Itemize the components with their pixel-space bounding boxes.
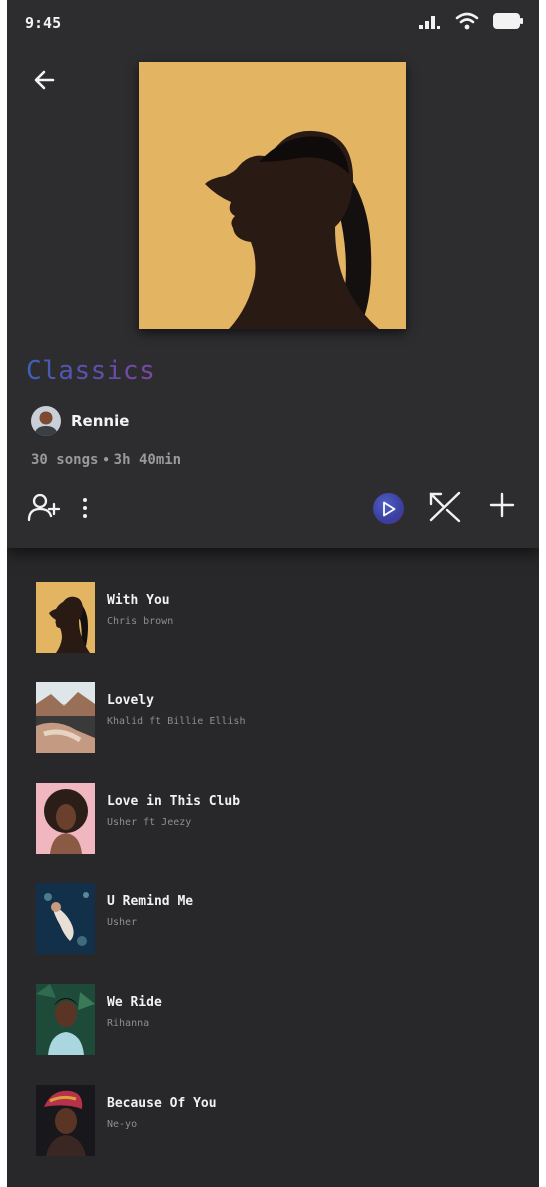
play-icon	[382, 501, 395, 516]
status-time: 9:45	[25, 14, 62, 32]
list-item[interactable]: Lovely Khalid ft Billie Ellish	[36, 682, 506, 754]
song-title: We Ride	[107, 995, 162, 1010]
list-item[interactable]: Love in This Club Usher ft Jeezy	[36, 783, 506, 855]
song-art	[36, 582, 95, 653]
owner-name[interactable]: Rennie	[71, 412, 129, 430]
song-title: Because Of You	[107, 1096, 217, 1111]
song-artist: Chris brown	[107, 616, 174, 627]
play-button[interactable]	[373, 493, 404, 524]
meta-separator: •	[102, 453, 110, 467]
song-artist: Khalid ft Billie Ellish	[107, 716, 246, 727]
owner-avatar[interactable]	[31, 406, 61, 436]
song-art	[36, 682, 95, 753]
playlist-cover-art	[139, 62, 406, 329]
wifi-icon	[455, 12, 479, 30]
song-count: 30 songs	[31, 452, 99, 468]
song-title: U Remind Me	[107, 894, 194, 909]
song-artist: Usher ft Jeezy	[107, 817, 192, 828]
song-title: With You	[107, 593, 170, 608]
back-arrow-icon[interactable]	[31, 66, 59, 94]
phone-screen: 9:45 Classics Rennie 30 songs • 3h 40min…	[7, 0, 539, 1187]
more-vertical-icon[interactable]	[81, 496, 89, 520]
list-item[interactable]: With You Chris brown	[36, 582, 506, 654]
song-art	[36, 883, 95, 954]
playlist-title: Classics	[26, 356, 156, 386]
song-art	[36, 1085, 95, 1156]
status-icons	[419, 12, 523, 30]
shuffle-icon[interactable]	[428, 490, 462, 524]
song-title: Lovely	[107, 693, 154, 708]
playlist-meta: 30 songs • 3h 40min	[31, 452, 181, 468]
list-item[interactable]: U Remind Me Usher	[36, 883, 506, 955]
add-user-icon[interactable]	[27, 492, 61, 522]
playlist-header: 9:45 Classics Rennie 30 songs • 3h 40min	[7, 0, 539, 548]
playlist-duration: 3h 40min	[113, 452, 182, 468]
list-item[interactable]: Because Of You Ne-yo	[36, 1085, 506, 1157]
song-art	[36, 984, 95, 1055]
list-item[interactable]: We Ride Rihanna	[36, 984, 506, 1056]
signal-icon	[419, 16, 440, 29]
song-artist: Rihanna	[107, 1018, 150, 1029]
song-title: Love in This Club	[107, 794, 241, 809]
song-artist: Usher	[107, 917, 138, 928]
battery-icon	[493, 13, 523, 29]
plus-icon[interactable]	[489, 492, 515, 518]
song-art	[36, 783, 95, 854]
song-list: With You Chris brown Lovely Khalid ft Bi…	[7, 548, 539, 1187]
song-artist: Ne-yo	[107, 1119, 138, 1130]
playlist-owner[interactable]: Rennie	[31, 406, 129, 436]
